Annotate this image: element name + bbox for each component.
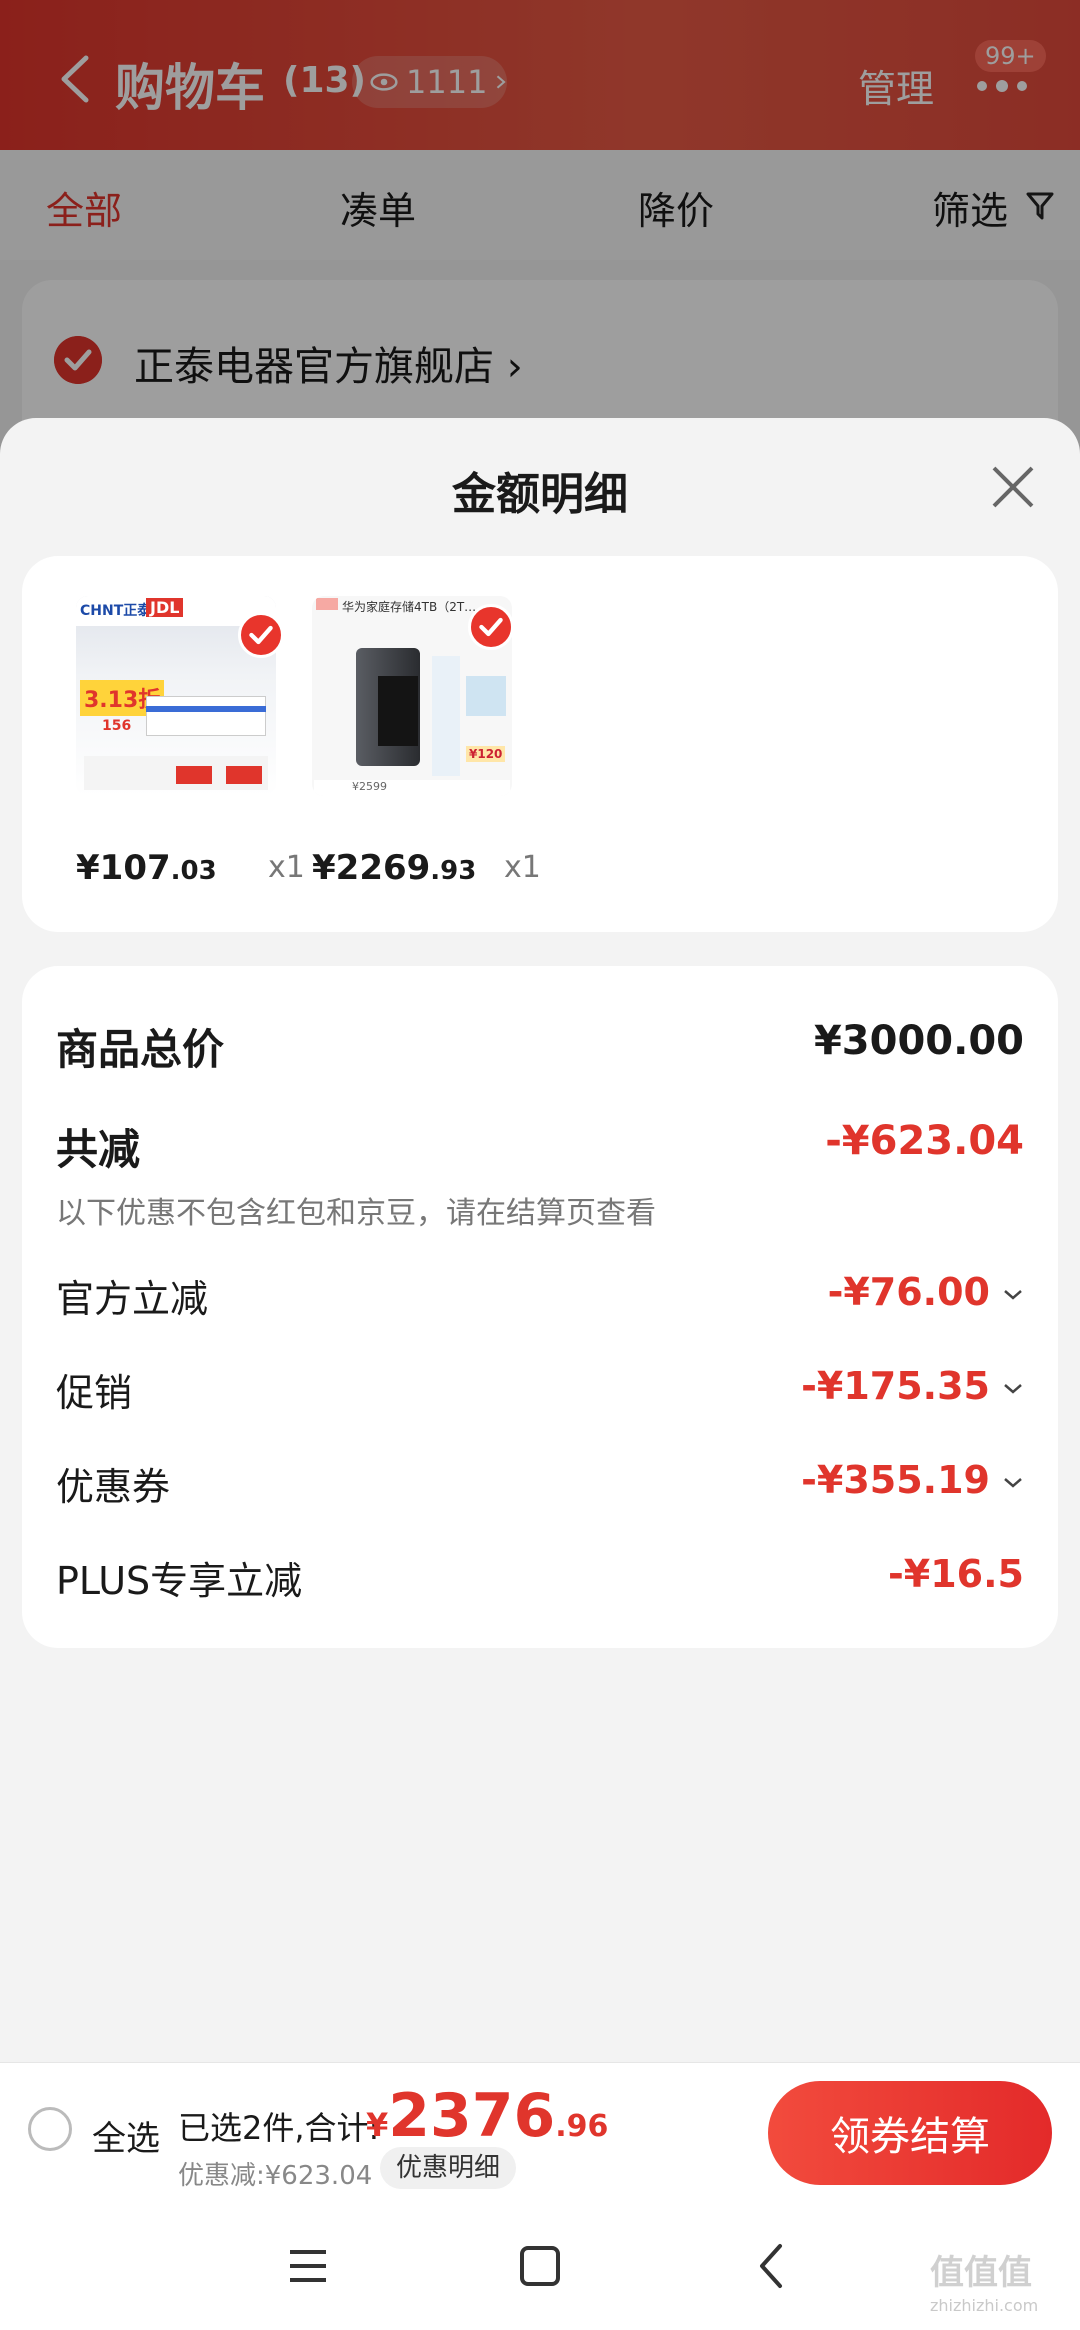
amount-detail-sheet: 金额明细 CHNT正泰 JDL 3.13折 156 ¥107.03 x1 华为家…	[0, 418, 1080, 2330]
select-all-label[interactable]: 全选	[92, 2111, 160, 2160]
total-amount: ¥2376.96	[366, 2081, 608, 2151]
product-price: ¥2269.93	[312, 848, 476, 888]
promotion-label: 促销	[56, 1371, 133, 1415]
official-discount-label: 官方立减	[56, 1277, 209, 1321]
product-price: ¥107.03	[76, 848, 217, 888]
close-icon[interactable]	[990, 464, 1036, 510]
products-card: CHNT正泰 JDL 3.13折 156 ¥107.03 x1 华为家庭存储4T…	[22, 556, 1058, 932]
price-decimal: .03	[170, 856, 217, 886]
total-decimal: .96	[555, 2109, 609, 2144]
total-integer: 2376	[388, 2081, 556, 2151]
thumb-tag: JDL	[146, 598, 184, 617]
chevron-down-icon[interactable]	[1002, 1476, 1024, 1490]
thumb-price: 156	[102, 718, 132, 734]
discount-amount: 优惠减:¥623.04	[178, 2161, 373, 2191]
promotion-value[interactable]: -¥175.35	[801, 1364, 990, 1408]
checkout-bar: 全选 已选2件,合计: ¥2376.96 优惠减:¥623.04 优惠明细 领券…	[0, 2062, 1080, 2200]
total-price-value: ¥3000.00	[813, 1018, 1024, 1064]
discount-note: 以下优惠不包含红包和京豆，请在结算页查看	[56, 1196, 656, 1231]
system-nav-bar	[0, 2200, 1080, 2330]
total-reduce-value: -¥623.04	[825, 1118, 1024, 1164]
recent-apps-icon[interactable]	[280, 2238, 336, 2294]
chevron-down-icon[interactable]	[1002, 1382, 1024, 1396]
back-icon[interactable]	[744, 2238, 800, 2294]
selected-check-icon[interactable]	[238, 612, 284, 658]
selected-summary: 已选2件,合计:	[178, 2109, 380, 2147]
thumb-title: 华为家庭存储4TB（2T…	[342, 600, 477, 614]
total-currency: ¥	[366, 2106, 389, 2144]
checkout-button[interactable]: 领券结算	[768, 2081, 1052, 2185]
total-price-label: 商品总价	[56, 1025, 225, 1074]
thumb-price: ¥2599	[352, 780, 387, 793]
discount-detail-button[interactable]: 优惠明细	[380, 2147, 517, 2189]
coupon-label: 优惠券	[56, 1465, 171, 1509]
total-reduce-label: 共减	[56, 1125, 141, 1174]
product-quantity: x1	[504, 850, 541, 885]
official-discount-value[interactable]: -¥76.00	[828, 1270, 990, 1314]
plus-discount-label: PLUS专享立减	[56, 1559, 303, 1603]
watermark-url: zhizhizhi.com	[930, 2296, 1039, 2315]
price-breakdown-card: 商品总价 ¥3000.00 共减 -¥623.04 以下优惠不包含红包和京豆，请…	[22, 966, 1058, 1648]
price-integer: ¥2269	[312, 848, 431, 888]
selected-check-icon[interactable]	[468, 604, 514, 650]
chevron-down-icon[interactable]	[1002, 1288, 1024, 1302]
coupon-value[interactable]: -¥355.19	[801, 1458, 990, 1502]
product-quantity: x1	[268, 850, 305, 885]
home-icon[interactable]	[512, 2238, 568, 2294]
thumb-brand: CHNT正泰	[80, 603, 152, 619]
price-integer: ¥107	[76, 848, 171, 888]
plus-discount-value: -¥16.5	[888, 1552, 1024, 1596]
select-all-radio[interactable]	[28, 2107, 72, 2151]
watermark-logo: 值值值	[930, 2253, 1032, 2293]
price-decimal: .93	[430, 856, 477, 886]
sheet-title: 金额明细	[452, 469, 628, 520]
thumb-coupon: ¥120	[466, 746, 506, 762]
